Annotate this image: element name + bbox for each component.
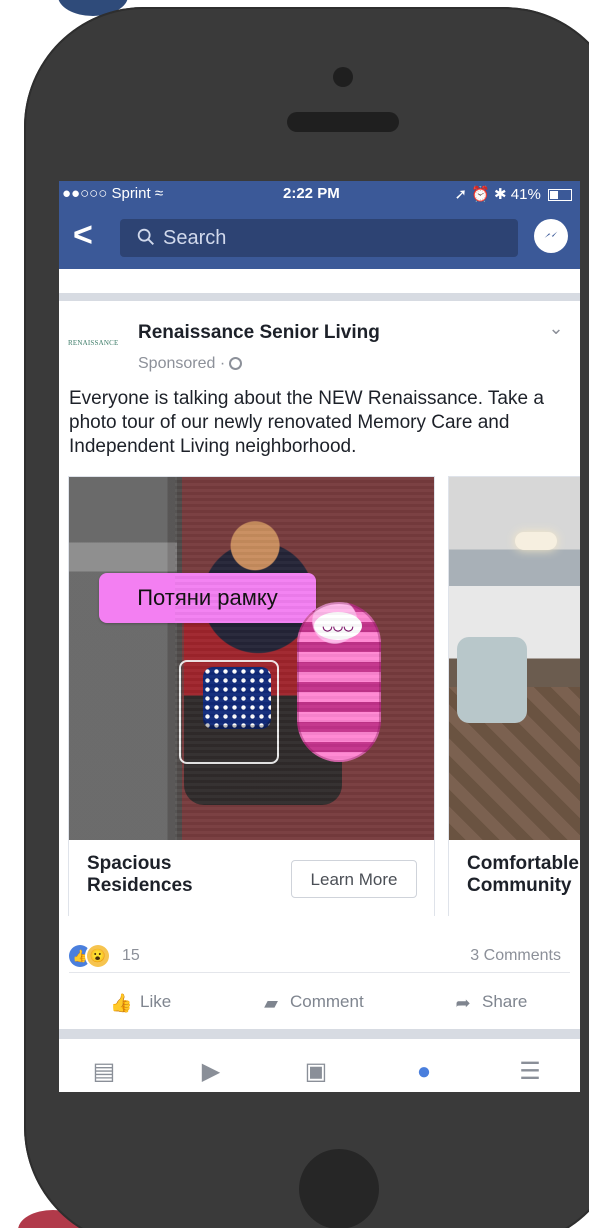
cat-face-icon: ◡◡◡ [314, 612, 362, 640]
home-button[interactable] [299, 1149, 379, 1228]
battery-percent: 41% [510, 186, 541, 203]
like-button[interactable]: 👍 Like [110, 987, 171, 1017]
speaker [287, 112, 399, 132]
comment-label: Comment [290, 992, 364, 1011]
card-footer: Spacious Residences Learn More [69, 840, 434, 916]
drag-frame-hint: Потяни рамку [99, 573, 316, 623]
feed-separator [59, 293, 580, 301]
community-room-photo [449, 477, 580, 840]
post-menu-icon[interactable]: ⌄ [545, 318, 567, 340]
ceiling-light [515, 532, 557, 550]
comment-icon: ▰ [264, 993, 278, 1013]
news-feed-icon[interactable]: ▤ [89, 1057, 119, 1087]
share-icon: ➦ [455, 993, 471, 1013]
person-image [184, 517, 342, 805]
back-button[interactable]: < [73, 216, 103, 254]
messenger-icon[interactable] [534, 219, 568, 253]
advertiser-logo[interactable]: RENAISSANCE [68, 339, 130, 359]
search-placeholder: Search [163, 227, 227, 249]
wow-reaction-icon: 😮 [87, 945, 109, 967]
comment-count[interactable]: 3 Comments [470, 947, 561, 965]
card-title: Spacious Residences [87, 853, 193, 896]
notifications-globe-icon[interactable]: ● [409, 1057, 439, 1087]
bottom-feed-separator [59, 1029, 580, 1039]
battery-icon [548, 189, 572, 202]
comment-button[interactable]: ▰ Comment [260, 987, 364, 1017]
sponsored-label: Sponsored · [138, 355, 243, 373]
watch-icon[interactable]: ▶ [196, 1057, 226, 1087]
learn-more-button[interactable]: Learn More [291, 860, 417, 898]
reaction-count[interactable]: 15 [122, 947, 140, 965]
marketplace-icon[interactable]: ▣ [301, 1057, 331, 1087]
share-label: Share [482, 992, 528, 1011]
polka-dot-bag [203, 667, 271, 729]
share-button[interactable]: ➦ Share [452, 987, 527, 1017]
post-text: Everyone is talking about the NEW Renais… [69, 388, 544, 457]
card-footer: Comfortable Community [449, 840, 580, 916]
post-actions: 👍 Like ▰ Comment ➦ Share [59, 987, 580, 1017]
card-title: Comfortable Community [467, 853, 579, 896]
drag-frame[interactable] [179, 660, 279, 764]
cheshire-cat-sticker: ◡◡◡ [297, 602, 381, 762]
carrier-status: ●●○○○ Sprint ≈ [62, 185, 164, 202]
status-time: 2:22 PM [283, 185, 340, 202]
status-icons: ➚ ⏰ ✱ [454, 186, 507, 203]
reaction-summary: 👍 😮 15 3 Comments [69, 945, 569, 971]
facebook-screen: ●●○○○ Sprint ≈ 2:22 PM ➚ ⏰ ✱ 41% < Searc… [59, 181, 580, 1092]
facebook-nav-bar: < Search [59, 205, 580, 269]
search-input[interactable]: Search [120, 219, 518, 257]
search-icon [137, 228, 154, 245]
sponsored-post: RENAISSANCE Renaissance Senior Living Sp… [59, 301, 580, 501]
carousel-card-comfortable-community[interactable]: Comfortable Community [448, 476, 580, 916]
camera [333, 67, 353, 87]
actions-divider [69, 972, 570, 973]
bottom-tab-bar: ▤ ▶ ▣ ● ☰ [59, 1047, 580, 1092]
messenger-bolt-icon [544, 231, 558, 238]
armchair [457, 637, 527, 723]
globe-icon [229, 357, 243, 371]
phone-screenshot-page: ●●○○○ Sprint ≈ 2:22 PM ➚ ⏰ ✱ 41% < Searc… [0, 0, 589, 1228]
advertiser-name[interactable]: Renaissance Senior Living [138, 322, 380, 344]
fashion-photo: Потяни рамку ◡◡◡ [69, 477, 434, 840]
carousel-card-spacious-residences[interactable]: Потяни рамку ◡◡◡ Spacious Residences Lea… [68, 476, 435, 916]
ad-carousel[interactable]: Потяни рамку ◡◡◡ Spacious Residences Lea… [68, 476, 580, 916]
sponsored-text: Sponsored · [138, 355, 226, 372]
status-bar: ●●○○○ Sprint ≈ 2:22 PM ➚ ⏰ ✱ 41% [59, 181, 580, 205]
menu-icon[interactable]: ☰ [515, 1057, 545, 1087]
like-label: Like [140, 992, 172, 1011]
battery-status: ➚ ⏰ ✱ 41% [454, 185, 572, 203]
thumbs-up-icon: 👍 [110, 993, 133, 1013]
